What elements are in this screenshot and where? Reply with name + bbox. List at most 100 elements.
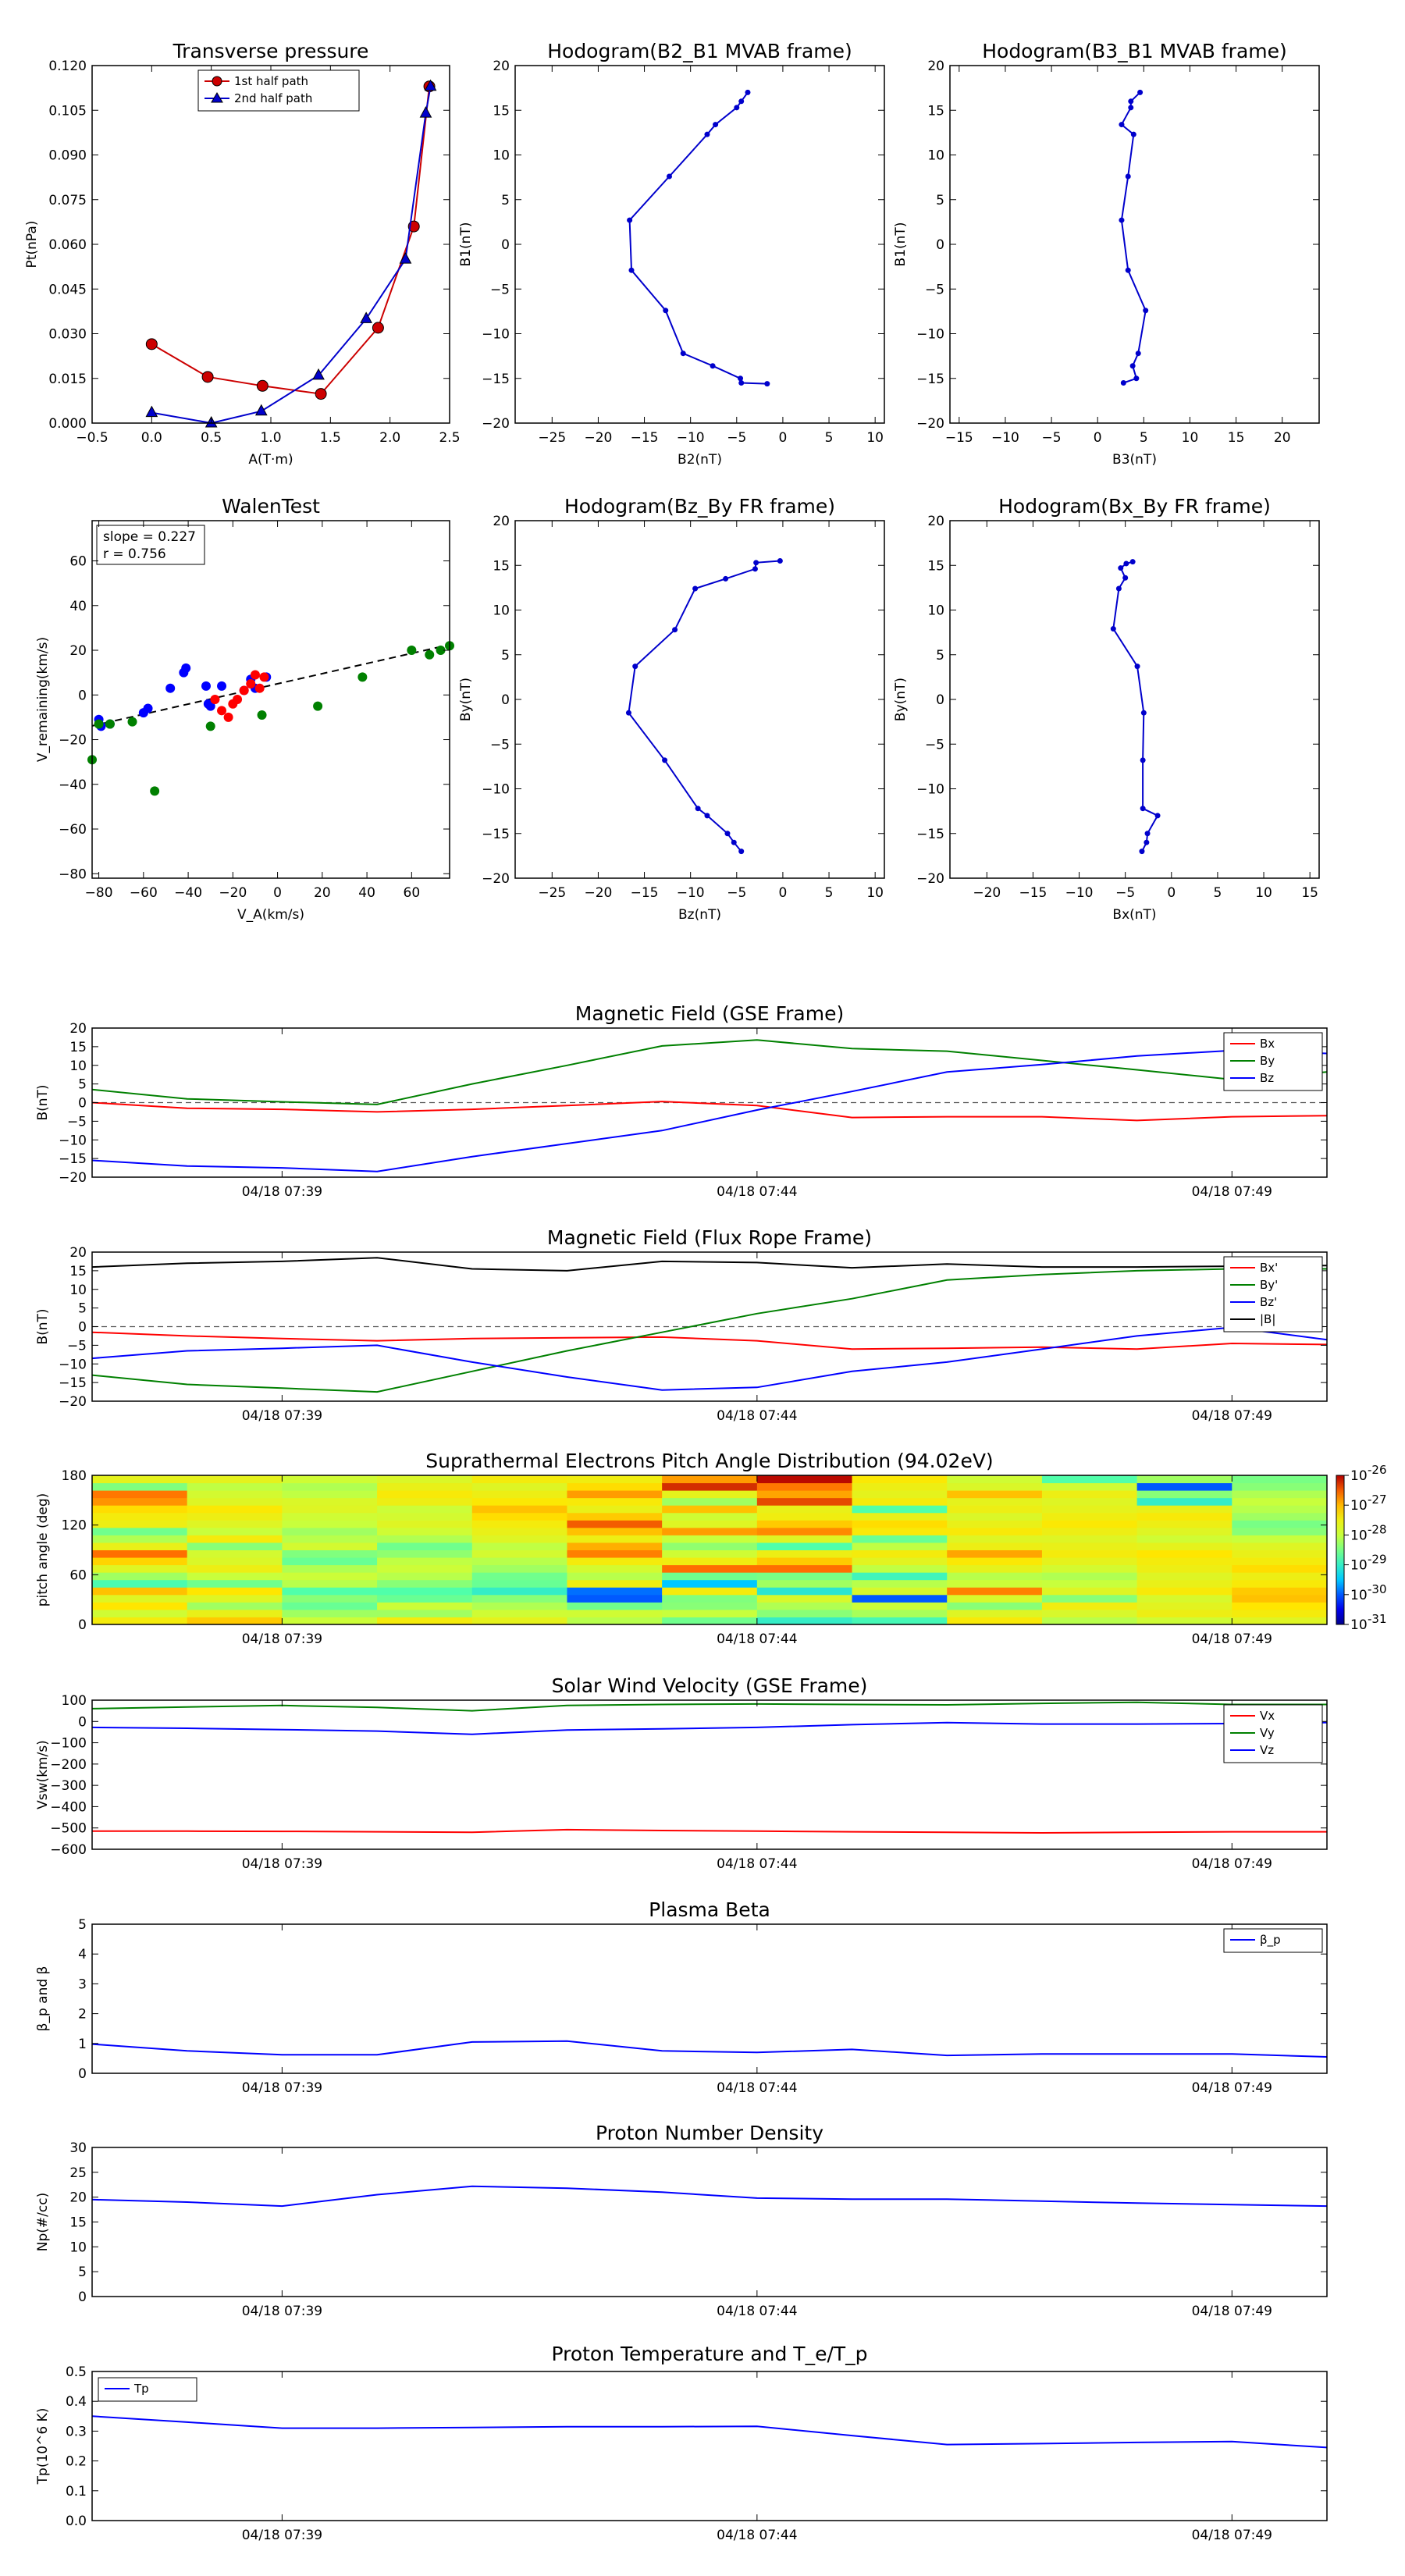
heatmap-cell: [187, 1542, 283, 1550]
x-tick-label: −10: [677, 430, 705, 446]
heatmap-cell: [282, 1520, 378, 1528]
y-tick-label: 1: [78, 2037, 87, 2052]
heatmap-cell: [471, 1557, 567, 1566]
heatmap-cell: [92, 1550, 188, 1558]
heatmap-cell: [756, 1512, 853, 1521]
data-point: [419, 106, 432, 118]
x-tick-label: 04/18 07:39: [242, 1631, 322, 1647]
heatmap-cell: [852, 1617, 948, 1625]
x-tick-label: 04/18 07:44: [717, 1408, 797, 1424]
heatmap-cell: [662, 1572, 758, 1581]
x-tick-label: 04/18 07:44: [717, 1856, 797, 1872]
heatmap-cell: [1232, 1579, 1328, 1588]
y-tick-label: 0: [936, 692, 944, 708]
data-point: [1122, 575, 1129, 581]
plot-frame: [91, 65, 450, 424]
heatmap-cell: [1232, 1535, 1328, 1543]
heatmap-cell: [947, 1609, 1043, 1617]
x-tick-label: 10: [1255, 885, 1272, 901]
heatmap-cell: [377, 1512, 473, 1521]
heatmap-cell: [377, 1617, 473, 1625]
plot-frame: [91, 2147, 1328, 2297]
y-tick-label: 15: [927, 103, 944, 119]
heatmap-cell: [947, 1617, 1043, 1625]
y-tick-label: 3: [78, 1976, 87, 1992]
y-tick-label: −500: [50, 1821, 87, 1837]
heatmap-cell: [567, 1602, 663, 1610]
heatmap-cell: [282, 1579, 378, 1588]
y-tick-label: −300: [50, 1778, 87, 1794]
heatmap-cell: [852, 1505, 948, 1514]
legend: β_p: [1223, 1928, 1323, 1953]
heatmap-cell: [662, 1557, 758, 1566]
data-point: [625, 710, 631, 716]
heatmap-cell: [662, 1512, 758, 1521]
y-tick-label: 5: [78, 2265, 87, 2280]
y-tick-label: −200: [50, 1757, 87, 1773]
y-tick-label: −40: [59, 777, 87, 793]
data-point: [734, 105, 740, 111]
data-point: [1144, 831, 1151, 837]
y-tick-label: 0: [78, 1714, 87, 1730]
heatmap-cell: [852, 1609, 948, 1617]
heatmap-cell: [92, 1579, 188, 1588]
heatmap-cell: [377, 1564, 473, 1573]
heatmap-cell: [852, 1497, 948, 1506]
y-tick-label: −20: [59, 1170, 87, 1186]
heatmap-cell: [471, 1579, 567, 1588]
heatmap-cell: [282, 1594, 378, 1603]
heatmap-cell: [377, 1482, 473, 1491]
data-point: [738, 98, 745, 105]
y-tick-label: 0: [78, 2066, 87, 2082]
data-point: [628, 267, 635, 273]
heatmap-cell: [662, 1497, 758, 1506]
x-tick-label: 2.0: [379, 430, 400, 446]
y-tick-label: 5: [78, 1917, 87, 1933]
y-tick-label: −15: [59, 1375, 87, 1391]
heatmap-cell: [1232, 1520, 1328, 1528]
x-tick-label: 04/18 07:49: [1192, 2304, 1272, 2319]
heatmap-cell: [662, 1564, 758, 1573]
x-tick-label: 15: [1228, 430, 1245, 446]
x-axis-label: B2(nT): [678, 452, 722, 468]
heatmap-cell: [471, 1527, 567, 1535]
data-point: [632, 664, 638, 670]
x-tick-label: 04/18 07:39: [242, 2080, 322, 2096]
y-tick-label: 5: [501, 193, 510, 208]
heatmap-cell: [471, 1572, 567, 1581]
chart-beta: Plasma Beta 04/18 07:39 04/18 07:44 04/18 0…: [35, 1898, 1328, 2096]
heatmap-cell: [1041, 1497, 1138, 1506]
heatmap-cell: [756, 1602, 853, 1610]
heatmap-cell: [947, 1535, 1043, 1543]
x-tick-label: 10: [866, 885, 884, 901]
heatmap-cell: [756, 1617, 853, 1625]
heatmap-cell: [1136, 1527, 1232, 1535]
heatmap-cell: [377, 1542, 473, 1550]
data-point: [1133, 375, 1140, 382]
y-tick-label: 0: [78, 2290, 87, 2305]
colorbar-label: 10: [1350, 1468, 1368, 1484]
series-line-1: [91, 1101, 1328, 1122]
y-tick-label: 10: [69, 1283, 87, 1298]
heatmap-cell: [947, 1564, 1043, 1573]
heatmap-cell: [471, 1535, 567, 1543]
y-tick-label: 0.000: [48, 416, 87, 432]
y-tick-label: −5: [67, 1114, 87, 1130]
heatmap-cell: [756, 1497, 853, 1506]
heatmap-cell: [282, 1550, 378, 1558]
data-point: [1125, 173, 1131, 180]
heatmap-cell: [92, 1497, 188, 1506]
heatmap-cell: [567, 1617, 663, 1625]
data-point: [680, 350, 686, 357]
y-axis-label: By(nT): [458, 678, 474, 721]
heatmap-cell: [662, 1505, 758, 1514]
y-axis-label: Tp(10^6 K): [35, 2408, 51, 2485]
heatmap-cell: [852, 1594, 948, 1603]
heatmap-cell: [377, 1527, 473, 1535]
y-tick-label: 5: [936, 193, 944, 208]
y-axis-label: β_p and β: [35, 1966, 51, 2032]
x-tick-label: −10: [991, 430, 1019, 446]
data-point: [1140, 806, 1146, 812]
x-tick-label: −5: [727, 885, 746, 901]
data-point: [1137, 89, 1144, 95]
